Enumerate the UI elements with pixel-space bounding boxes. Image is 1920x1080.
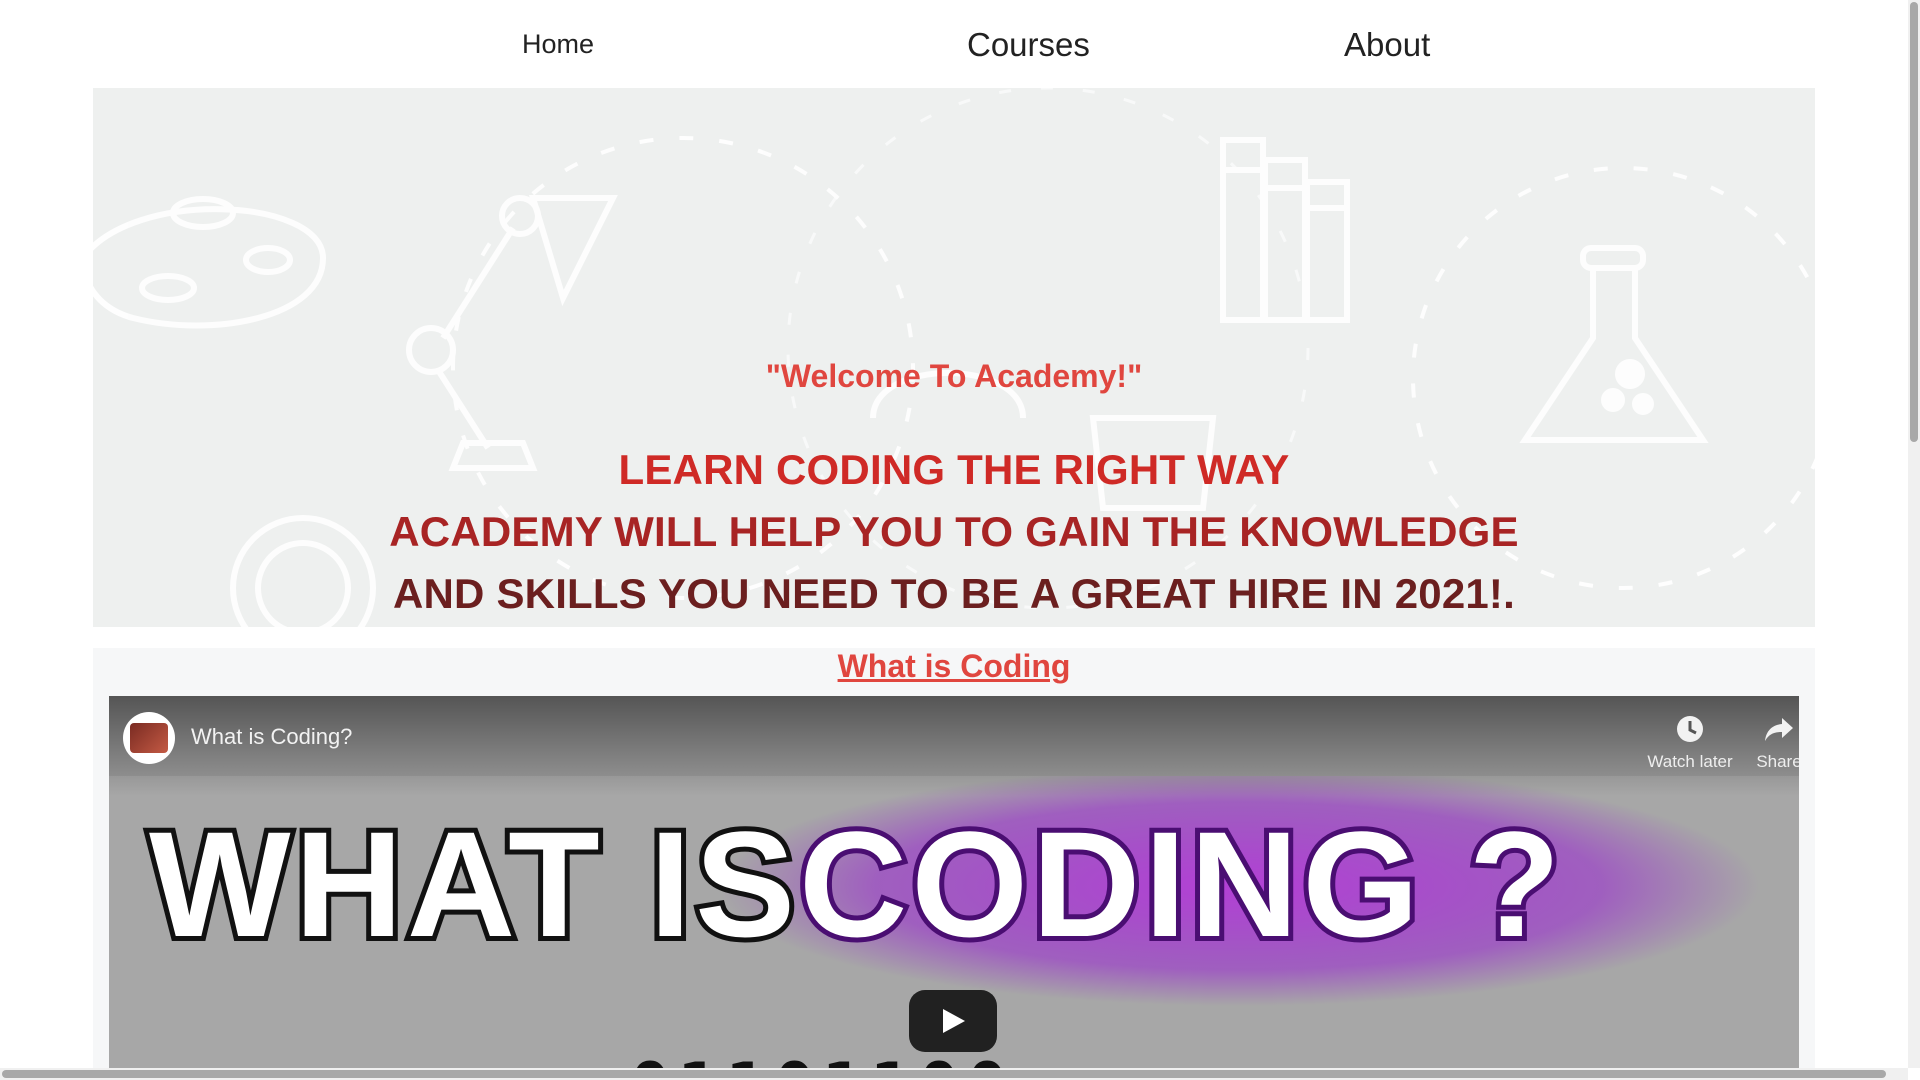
video-title[interactable]: What is Coding? — [191, 724, 352, 750]
watch-later-button[interactable]: Watch later — [1635, 712, 1745, 772]
section-title: What is Coding — [837, 648, 1071, 684]
hero-tagline-line-3: AND SKILLS YOU NEED TO BE A GREAT HIRE I… — [392, 570, 1515, 617]
thumbnail-text-what-is: WHAT IS — [149, 800, 799, 968]
watch-later-label: Watch later — [1647, 752, 1733, 771]
hero-tagline-line-1: LEARN CODING THE RIGHT WAY — [618, 446, 1290, 493]
hero-banner: "Welcome To Academy!" LEARN CODING THE R… — [93, 88, 1815, 627]
nav-courses-link[interactable]: Courses — [967, 26, 1090, 64]
horizontal-scrollbar-thumb[interactable] — [2, 1070, 1886, 1078]
what-is-coding-section: What is Coding WHAT IS CODING ? What is … — [93, 648, 1815, 1080]
thumbnail-text-coding: CODING ? — [799, 800, 1564, 968]
hero-tagline-line-2: ACADEMY WILL HELP YOU TO GAIN THE KNOWLE… — [389, 508, 1519, 555]
share-arrow-icon — [1765, 718, 1793, 741]
share-label: Share — [1756, 752, 1799, 771]
clock-icon — [1677, 716, 1703, 742]
top-nav: Home Courses About — [0, 0, 1910, 88]
nav-home-link[interactable]: Home — [522, 29, 594, 60]
horizontal-scrollbar[interactable] — [0, 1068, 1908, 1080]
welcome-heading: "Welcome To Academy!" — [765, 358, 1143, 394]
vertical-scrollbar-thumb[interactable] — [1910, 2, 1918, 442]
video-embed[interactable]: WHAT IS CODING ? What is Coding? Watch l… — [109, 696, 1799, 1080]
vertical-scrollbar[interactable] — [1908, 0, 1920, 1068]
play-icon[interactable] — [909, 990, 997, 1052]
share-button[interactable]: Share — [1739, 712, 1799, 772]
nav-about-link[interactable]: About — [1344, 26, 1430, 64]
channel-avatar-icon[interactable] — [123, 712, 175, 764]
